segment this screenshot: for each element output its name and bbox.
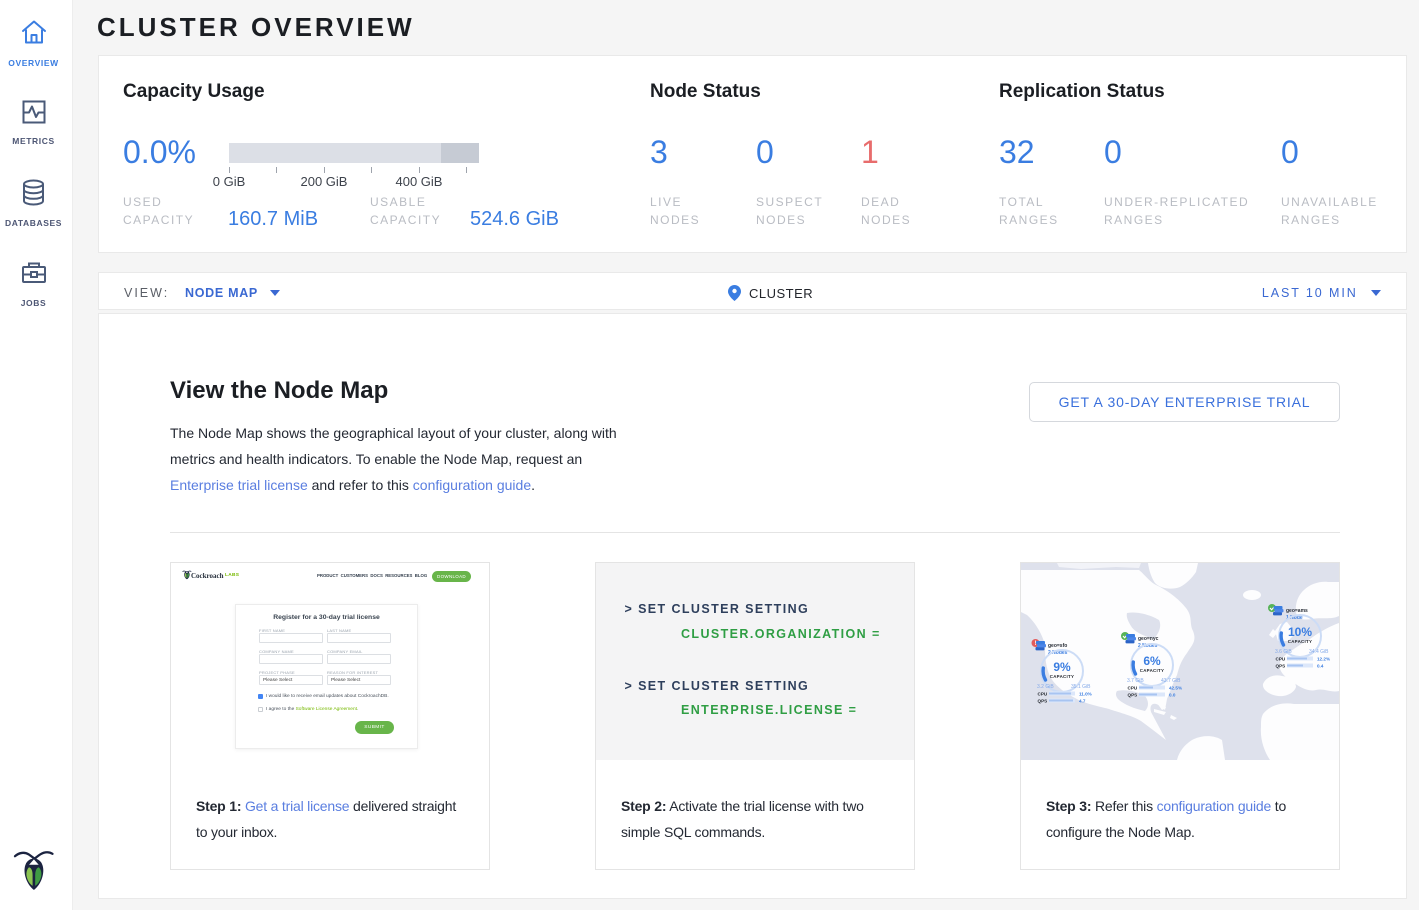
svg-text:0.4: 0.4: [1317, 664, 1324, 669]
svg-text:geo=ams: geo=ams: [1286, 608, 1308, 614]
svg-text:12.2%: 12.2%: [1317, 657, 1330, 662]
svg-text:CAPACITY: CAPACITY: [1288, 639, 1313, 644]
svg-text:34.4 GiB: 34.4 GiB: [1309, 649, 1329, 655]
svg-text:CAPACITY: CAPACITY: [1050, 674, 1075, 679]
svg-text:0.0: 0.0: [1169, 693, 1176, 698]
svg-text:QPS: QPS: [1128, 693, 1138, 698]
svg-text:35.1 GiB: 35.1 GiB: [1071, 684, 1091, 690]
svg-text:QPS: QPS: [1276, 664, 1286, 669]
svg-text:43.7 GiB: 43.7 GiB: [1161, 678, 1181, 684]
svg-text:CAPACITY: CAPACITY: [1140, 668, 1165, 673]
svg-text:CPU: CPU: [1128, 686, 1138, 691]
svg-text:6%: 6%: [1143, 654, 1161, 668]
svg-text:11.0%: 11.0%: [1079, 692, 1092, 697]
svg-text:CPU: CPU: [1038, 692, 1048, 697]
svg-text:CPU: CPU: [1276, 657, 1286, 662]
svg-text:42.5%: 42.5%: [1169, 686, 1182, 691]
svg-text:3.6 GiB: 3.6 GiB: [1275, 649, 1292, 655]
svg-text:3.7 GiB: 3.7 GiB: [1127, 678, 1144, 684]
svg-text:QPS: QPS: [1038, 699, 1048, 704]
svg-text:geo=sfo: geo=sfo: [1048, 643, 1067, 649]
svg-text:geo=nyc: geo=nyc: [1138, 636, 1159, 642]
svg-text:9%: 9%: [1053, 660, 1071, 674]
svg-text:3.2 GiB: 3.2 GiB: [1037, 684, 1054, 690]
svg-text:10%: 10%: [1288, 625, 1312, 639]
svg-text:4.7: 4.7: [1079, 699, 1086, 704]
